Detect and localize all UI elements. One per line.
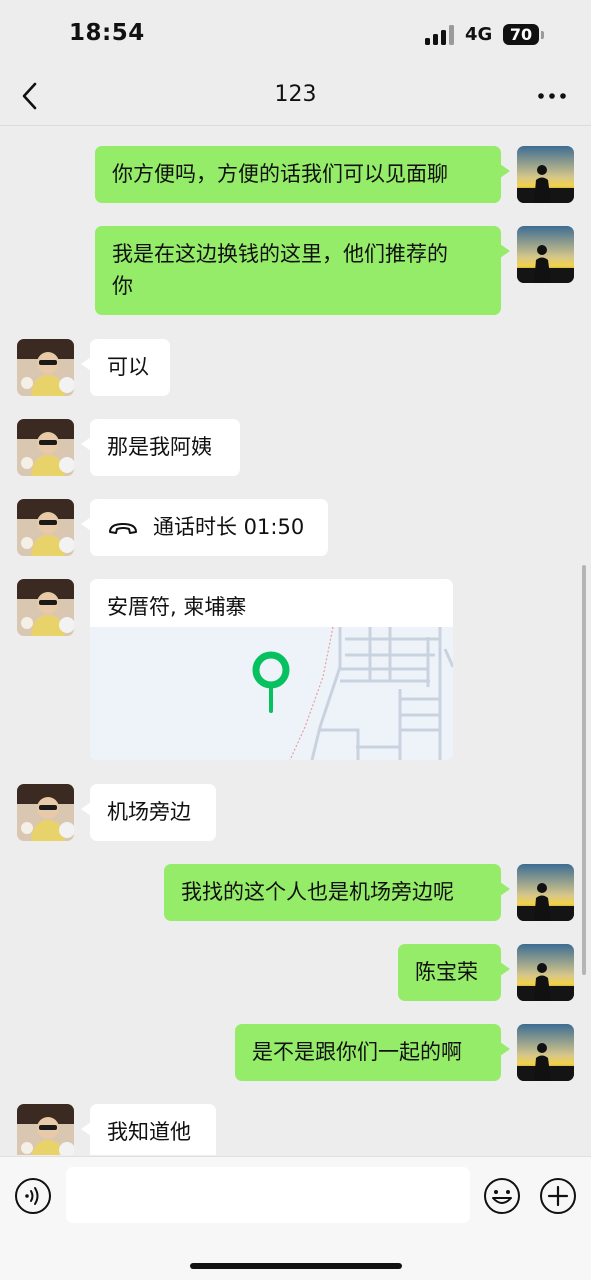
contact-avatar-icon bbox=[17, 784, 74, 841]
message-bubble-sent[interactable]: 是不是跟你们一起的啊 bbox=[235, 1024, 510, 1081]
message-text: 机场旁边 bbox=[107, 800, 191, 824]
message-bubble-sent[interactable]: 陈宝荣 bbox=[398, 944, 510, 1001]
call-record-bubble[interactable]: 通话时长 01:50 bbox=[81, 499, 328, 556]
signal-strength-icon bbox=[425, 25, 456, 45]
chat-title: 123 bbox=[274, 82, 317, 107]
input-bar bbox=[0, 1156, 591, 1280]
contact-avatar[interactable] bbox=[17, 499, 74, 556]
contact-avatar[interactable] bbox=[17, 419, 74, 476]
message-bubble-received[interactable]: 可以 bbox=[81, 339, 170, 396]
message-list[interactable]: 你方便吗，方便的话我们可以见面聊 我是在这边换钱的这里，他们推荐的 你 可以 那… bbox=[0, 127, 591, 1155]
phone-icon bbox=[109, 523, 137, 534]
more-actions-button[interactable] bbox=[539, 1177, 577, 1215]
battery-tip bbox=[541, 31, 544, 39]
contact-avatar-icon bbox=[17, 1104, 74, 1155]
contact-avatar[interactable] bbox=[17, 579, 74, 636]
message-text: 你方便吗，方便的话我们可以见面聊 bbox=[112, 162, 448, 186]
my-avatar[interactable] bbox=[517, 864, 574, 921]
voice-icon bbox=[15, 1178, 51, 1214]
message-text: 陈宝荣 bbox=[415, 960, 478, 984]
message-bubble-sent[interactable]: 你方便吗，方便的话我们可以见面聊 bbox=[95, 146, 510, 203]
location-name: 安厝符, 柬埔寨 bbox=[107, 595, 247, 619]
battery-icon: 70 bbox=[503, 24, 539, 45]
message-bubble-received[interactable]: 机场旁边 bbox=[81, 784, 216, 841]
my-avatar[interactable] bbox=[517, 146, 574, 203]
emoji-button[interactable] bbox=[483, 1177, 521, 1215]
message-text: 可以 bbox=[107, 355, 149, 379]
my-avatar[interactable] bbox=[517, 944, 574, 1001]
plus-icon bbox=[540, 1178, 576, 1214]
chat-header: 123 bbox=[0, 66, 591, 126]
message-text-line: 我是在这边换钱的这里，他们推荐的 bbox=[112, 242, 448, 266]
home-indicator[interactable] bbox=[190, 1263, 402, 1269]
message-text: 是不是跟你们一起的啊 bbox=[252, 1040, 462, 1064]
message-text: 那是我阿姨 bbox=[107, 435, 212, 459]
location-card[interactable]: 安厝符, 柬埔寨 bbox=[90, 579, 453, 760]
message-bubble-received[interactable]: 我知道他 bbox=[81, 1104, 216, 1155]
contact-avatar[interactable] bbox=[17, 1104, 74, 1155]
network-type: 4G bbox=[465, 24, 493, 45]
map-preview bbox=[90, 626, 453, 760]
more-options-button[interactable] bbox=[536, 86, 568, 106]
sunset-avatar-icon bbox=[517, 944, 574, 1001]
message-text: 我找的这个人也是机场旁边呢 bbox=[181, 880, 454, 904]
call-duration-text: 通话时长 01:50 bbox=[153, 515, 305, 539]
message-bubble-sent[interactable]: 我是在这边换钱的这里，他们推荐的 你 bbox=[95, 226, 510, 315]
map-thumbnail bbox=[252, 626, 453, 760]
sunset-avatar-icon bbox=[517, 146, 574, 203]
sunset-avatar-icon bbox=[517, 1024, 574, 1081]
contact-avatar-icon bbox=[17, 499, 74, 556]
my-avatar[interactable] bbox=[517, 1024, 574, 1081]
contact-avatar[interactable] bbox=[17, 339, 74, 396]
sunset-avatar-icon bbox=[517, 864, 574, 921]
sunset-avatar-icon bbox=[517, 226, 574, 283]
scrollbar[interactable] bbox=[582, 565, 586, 975]
message-input[interactable] bbox=[66, 1167, 470, 1223]
contact-avatar-icon bbox=[17, 579, 74, 636]
contact-avatar[interactable] bbox=[17, 784, 74, 841]
message-bubble-sent[interactable]: 我找的这个人也是机场旁边呢 bbox=[164, 864, 510, 921]
status-time: 18:54 bbox=[69, 20, 145, 46]
my-avatar[interactable] bbox=[517, 226, 574, 283]
message-text-line: 你 bbox=[112, 274, 133, 298]
contact-avatar-icon bbox=[17, 339, 74, 396]
status-bar: 18:54 4G 70 bbox=[0, 0, 591, 66]
emoji-icon bbox=[484, 1178, 520, 1214]
contact-avatar-icon bbox=[17, 419, 74, 476]
message-text: 我知道他 bbox=[107, 1120, 191, 1144]
message-bubble-received[interactable]: 那是我阿姨 bbox=[81, 419, 240, 476]
more-icon bbox=[538, 93, 566, 99]
voice-input-button[interactable] bbox=[14, 1177, 52, 1215]
